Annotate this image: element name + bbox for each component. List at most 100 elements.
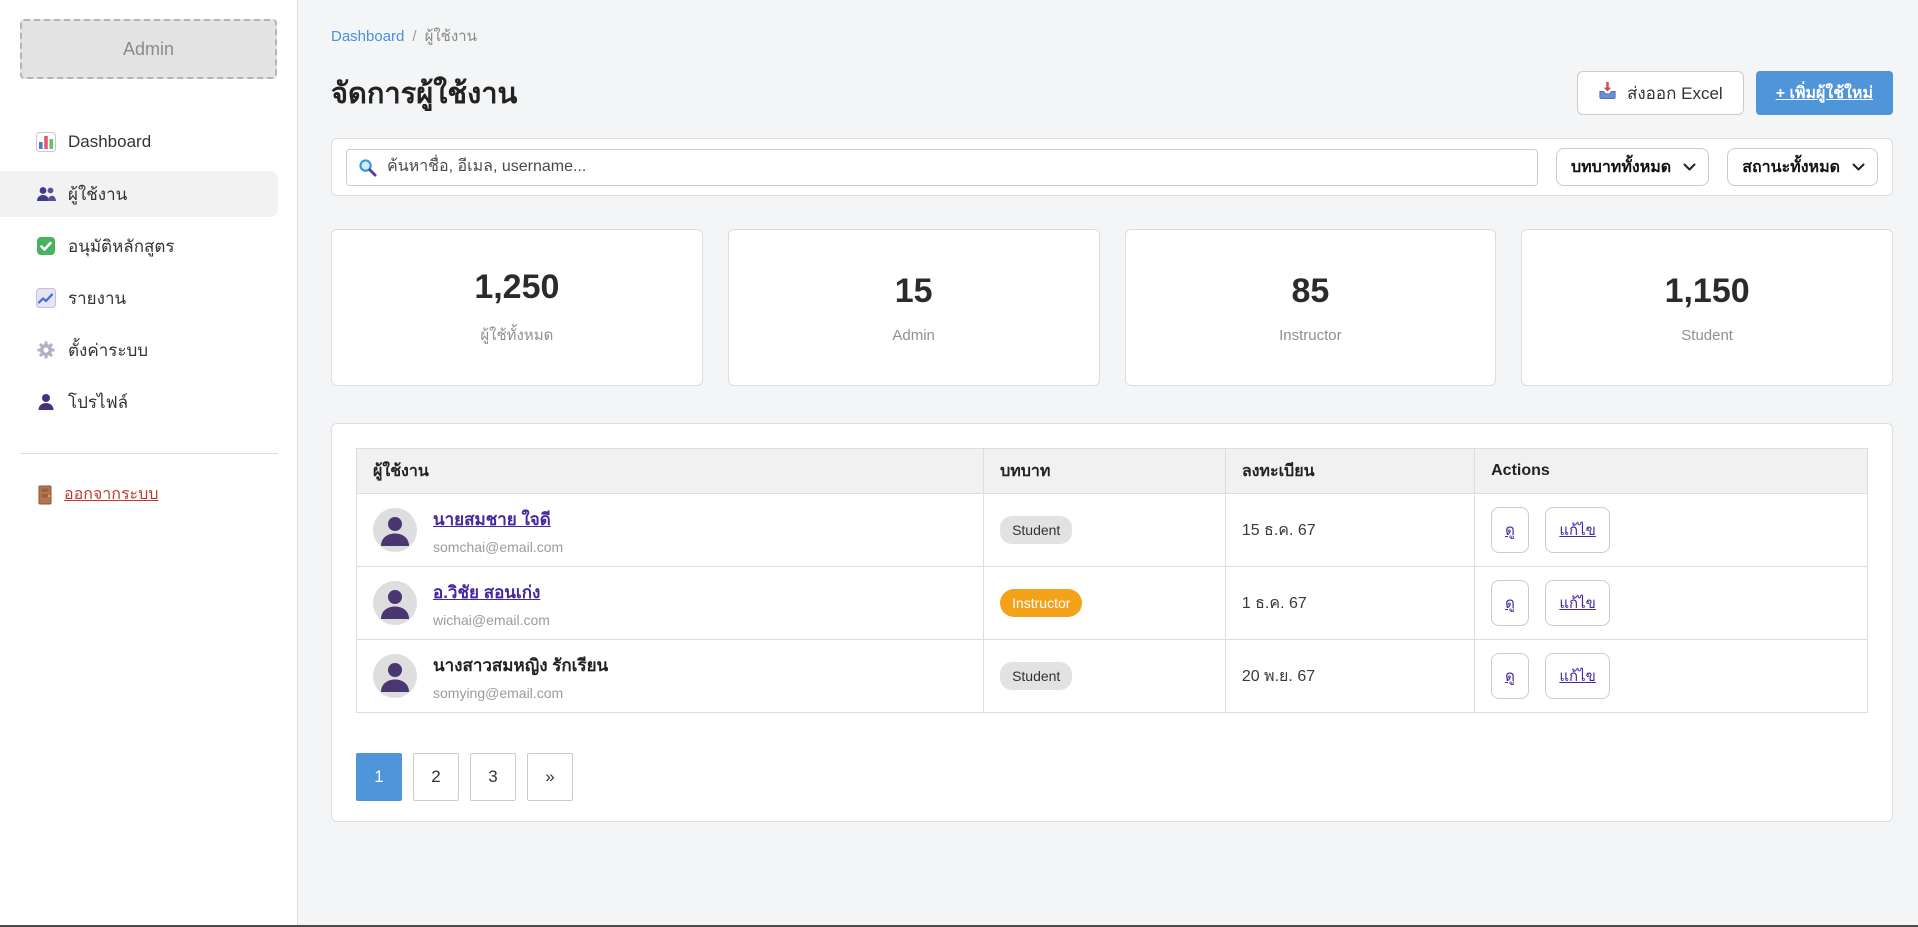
sidebar-item-reports[interactable]: รายงาน (0, 275, 278, 321)
sidebar-item-profile[interactable]: โปรไฟล์ (0, 379, 278, 425)
registered-date: 15 ธ.ค. 67 (1242, 522, 1316, 539)
user-email: somying@email.com (433, 685, 608, 701)
sidebar-item-course-approval[interactable]: อนุมัติหลักสูตร (0, 223, 278, 269)
page-title: จัดการผู้ใช้งาน (331, 70, 517, 116)
column-header-role: บทบาท (984, 449, 1226, 494)
main-content: Dashboard / ผู้ใช้งาน จัดการผู้ใช้งาน ส่… (298, 0, 1918, 927)
users-icon (36, 184, 56, 204)
pagination-page-1[interactable]: 1 (356, 753, 402, 801)
registered-date: 1 ธ.ค. 67 (1242, 595, 1307, 612)
check-icon (36, 236, 56, 256)
sidebar-item-label: ผู้ใช้งาน (68, 181, 127, 208)
view-button[interactable]: ดู (1491, 580, 1529, 626)
edit-button[interactable]: แก้ไข (1545, 507, 1610, 553)
stats-row: 1,250 ผู้ใช้ทั้งหมด 15 Admin 85 Instruct… (331, 229, 1893, 386)
sidebar-item-label: ตั้งค่าระบบ (68, 337, 148, 364)
export-excel-label: ส่งออก Excel (1627, 80, 1723, 107)
export-excel-button[interactable]: ส่งออก Excel (1577, 71, 1744, 115)
role-badge: Instructor (1000, 589, 1082, 617)
table-row: นางสาวสมหญิง รักเรียน somying@email.com … (357, 640, 1868, 713)
stat-value: 15 (895, 272, 933, 311)
add-user-button[interactable]: + เพิ่มผู้ใช้ใหม่ (1756, 71, 1893, 115)
breadcrumb: Dashboard / ผู้ใช้งาน (331, 24, 1893, 48)
sidebar-item-label: Dashboard (68, 132, 151, 152)
status-filter-value: สถานะทั้งหมด (1742, 155, 1840, 180)
user-cell: อ.วิชัย สอนเก่ง wichai@email.com (373, 579, 967, 628)
stat-value: 85 (1291, 272, 1329, 311)
filter-bar: บทบาททั้งหมด สถานะทั้งหมด (331, 138, 1893, 196)
sidebar-menu: Dashboard ผู้ใช้งาน อนุมัติหลักสูตร รายง… (0, 119, 297, 431)
avatar (373, 581, 417, 625)
sidebar: Admin Dashboard ผู้ใช้งาน อนุมัติหลักสูต… (0, 0, 298, 927)
sidebar-divider (20, 453, 278, 454)
logo-placeholder: Admin (20, 19, 277, 79)
chevron-down-icon (1683, 163, 1696, 172)
registered-date: 20 พ.ย. 67 (1242, 668, 1315, 685)
user-cell: นายสมชาย ใจดี somchai@email.com (373, 506, 967, 555)
add-user-label: + เพิ่มผู้ใช้ใหม่ (1776, 81, 1873, 106)
sidebar-item-label: รายงาน (68, 285, 126, 312)
users-table: ผู้ใช้งาน บทบาท ลงทะเบียน Actions (356, 448, 1868, 713)
stat-card-admin: 15 Admin (728, 229, 1100, 386)
user-cell: นางสาวสมหญิง รักเรียน somying@email.com (373, 652, 967, 701)
sidebar-item-settings[interactable]: ตั้งค่าระบบ (0, 327, 278, 373)
table-header-row: ผู้ใช้งาน บทบาท ลงทะเบียน Actions (357, 449, 1868, 494)
view-button[interactable]: ดู (1491, 507, 1529, 553)
sidebar-item-dashboard[interactable]: Dashboard (0, 119, 278, 165)
breadcrumb-separator: / (412, 28, 416, 45)
search-icon (358, 158, 377, 177)
person-icon (36, 392, 56, 412)
gear-icon (36, 340, 56, 360)
search-input[interactable] (346, 149, 1538, 186)
header-actions: ส่งออก Excel + เพิ่มผู้ใช้ใหม่ (1577, 71, 1893, 115)
logo-text: Admin (123, 39, 174, 60)
user-name-link[interactable]: นายสมชาย ใจดี (433, 510, 551, 529)
pagination-page-3[interactable]: 3 (470, 753, 516, 801)
users-table-card: ผู้ใช้งาน บทบาท ลงทะเบียน Actions (331, 423, 1893, 822)
chevron-down-icon (1852, 163, 1865, 172)
stat-label: Instructor (1279, 327, 1342, 344)
user-email: wichai@email.com (433, 612, 550, 628)
view-button[interactable]: ดู (1491, 653, 1529, 699)
stat-value: 1,250 (474, 268, 559, 307)
stat-label: Admin (892, 327, 935, 344)
pagination-next[interactable]: » (527, 753, 573, 801)
stat-card-instructor: 85 Instructor (1125, 229, 1497, 386)
user-email: somchai@email.com (433, 539, 563, 555)
stat-card-total-users: 1,250 ผู้ใช้ทั้งหมด (331, 229, 703, 386)
table-row: นายสมชาย ใจดี somchai@email.com Student … (357, 494, 1868, 567)
sidebar-item-label: โปรไฟล์ (68, 389, 128, 416)
stat-label: Student (1681, 327, 1733, 344)
bar-chart-icon (36, 132, 56, 152)
breadcrumb-dashboard-link[interactable]: Dashboard (331, 28, 404, 45)
avatar (373, 508, 417, 552)
admin-user-management-page: Admin Dashboard ผู้ใช้งาน อนุมัติหลักสูต… (0, 0, 1918, 927)
door-icon (36, 485, 54, 505)
avatar (373, 654, 417, 698)
sidebar-item-label: อนุมัติหลักสูตร (68, 233, 175, 260)
stat-value: 1,150 (1665, 272, 1750, 311)
role-filter-value: บทบาททั้งหมด (1571, 155, 1671, 180)
stat-card-student: 1,150 Student (1521, 229, 1893, 386)
page-header: จัดการผู้ใช้งาน ส่งออก Excel + เพิ่มผู้ใ… (331, 70, 1893, 116)
logout-label: ออกจากระบบ (64, 482, 158, 507)
stat-label: ผู้ใช้ทั้งหมด (480, 323, 553, 347)
status-filter-select[interactable]: สถานะทั้งหมด (1727, 148, 1878, 186)
search-field-wrapper (346, 149, 1538, 186)
table-row: อ.วิชัย สอนเก่ง wichai@email.com Instruc… (357, 567, 1868, 640)
logout-link[interactable]: ออกจากระบบ (36, 482, 158, 507)
download-icon (1598, 81, 1617, 105)
role-badge: Student (1000, 516, 1072, 544)
role-filter-select[interactable]: บทบาททั้งหมด (1556, 148, 1709, 186)
breadcrumb-current: ผู้ใช้งาน (425, 24, 477, 48)
role-badge: Student (1000, 662, 1072, 690)
user-name-link[interactable]: อ.วิชัย สอนเก่ง (433, 583, 540, 602)
edit-button[interactable]: แก้ไข (1545, 580, 1610, 626)
edit-button[interactable]: แก้ไข (1545, 653, 1610, 699)
pagination-page-2[interactable]: 2 (413, 753, 459, 801)
sidebar-item-users[interactable]: ผู้ใช้งาน (0, 171, 278, 217)
column-header-registered: ลงทะเบียน (1225, 449, 1474, 494)
column-header-actions: Actions (1475, 449, 1868, 494)
user-name: นางสาวสมหญิง รักเรียน (433, 656, 608, 675)
line-chart-icon (36, 288, 56, 308)
